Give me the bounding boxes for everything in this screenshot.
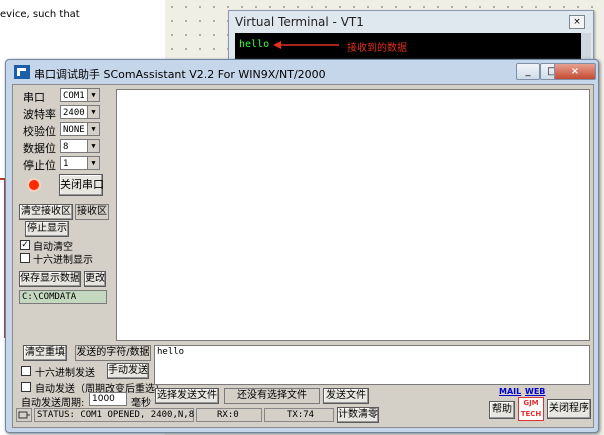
- period-input[interactable]: 1000: [89, 392, 127, 406]
- no-file-label: 还没有选择文件: [224, 388, 320, 404]
- port-select[interactable]: COM1 ▼: [60, 88, 100, 102]
- rx-count: RX:0: [196, 408, 262, 422]
- change-path-button[interactable]: 更改: [84, 271, 106, 287]
- manual-send-button[interactable]: 手动发送: [107, 363, 149, 379]
- stopbits-select[interactable]: 1 ▼: [60, 156, 100, 170]
- port-status-indicator-icon: [27, 178, 41, 192]
- close-program-button[interactable]: 关闭程序: [547, 399, 591, 419]
- save-path-field: C:\COMDATA: [19, 290, 107, 304]
- window-title: 串口调试助手 SComAssistant V2.2 For WIN9X/NT/2…: [34, 68, 326, 81]
- web-link[interactable]: WEB: [525, 387, 545, 396]
- hex-send-checkbox[interactable]: [21, 366, 31, 376]
- stop-display-button[interactable]: 停止显示: [25, 221, 69, 237]
- close-port-button[interactable]: 关闭串口: [59, 174, 104, 196]
- port-value: COM1: [63, 91, 85, 101]
- hex-display-checkbox[interactable]: [20, 253, 30, 263]
- select-file-button[interactable]: 选择发送文件: [155, 388, 219, 404]
- auto-send-checkbox[interactable]: [21, 382, 31, 392]
- connector-icon: [18, 411, 30, 419]
- close-button[interactable]: ×: [554, 63, 596, 80]
- chevron-down-icon[interactable]: ▼: [87, 140, 99, 152]
- annotation-arrow-icon: [273, 41, 339, 49]
- title-bar: 串口调试助手 SComAssistant V2.2 For WIN9X/NT/2…: [6, 60, 598, 84]
- send-text: hello: [157, 347, 185, 357]
- baud-label: 波特率: [23, 108, 56, 121]
- vt-annotation: 接收到的数据: [347, 43, 407, 54]
- databits-label: 数据位: [23, 142, 56, 155]
- save-data-button[interactable]: 保存显示数据: [19, 271, 81, 287]
- parity-label: 校验位: [23, 125, 56, 138]
- receive-area-label: 接收区: [75, 204, 109, 220]
- background-text: evice, such that: [0, 9, 80, 20]
- scomassistant-window: 串口调试助手 SComAssistant V2.2 For WIN9X/NT/2…: [5, 59, 599, 433]
- baud-select[interactable]: 2400 ▼: [60, 105, 100, 119]
- vt-close-button[interactable]: ×: [569, 15, 585, 29]
- chevron-down-icon[interactable]: ▼: [87, 106, 99, 118]
- databits-select[interactable]: 8 ▼: [60, 139, 100, 153]
- gjm-tech-logo: GJM TECH: [518, 397, 544, 421]
- databits-value: 8: [63, 142, 69, 152]
- period-unit: 毫秒: [131, 398, 151, 409]
- reset-count-button[interactable]: 计数清零: [337, 407, 379, 423]
- hex-display-label: 十六进制显示: [33, 255, 93, 266]
- stopbits-label: 停止位: [23, 159, 56, 172]
- minimize-button[interactable]: _: [516, 63, 540, 80]
- tx-count: TX:74: [264, 408, 334, 422]
- vt-title: Virtual Terminal - VT1: [235, 15, 364, 29]
- period-label: 自动发送周期:: [21, 398, 85, 409]
- parity-value: NONE: [63, 125, 85, 135]
- clear-receive-button[interactable]: 清空接收区: [19, 204, 73, 220]
- receive-textarea[interactable]: [116, 89, 590, 341]
- app-icon: [14, 65, 30, 79]
- chevron-down-icon[interactable]: ▼: [87, 157, 99, 169]
- auto-clear-checkbox[interactable]: ✓: [20, 240, 30, 250]
- parity-select[interactable]: NONE ▼: [60, 122, 100, 136]
- port-label: 串口: [23, 91, 45, 104]
- chevron-down-icon[interactable]: ▼: [87, 89, 99, 101]
- clear-resend-button[interactable]: 清空重填: [23, 345, 67, 361]
- stopbits-value: 1: [63, 159, 69, 169]
- send-file-button[interactable]: 发送文件: [323, 388, 369, 404]
- help-button[interactable]: 帮助: [489, 401, 515, 419]
- vt-screen-text: hello: [239, 39, 270, 50]
- baud-value: 2400: [63, 108, 85, 118]
- send-textarea[interactable]: hello: [154, 345, 590, 385]
- chevron-down-icon[interactable]: ▼: [87, 123, 99, 135]
- hex-send-label: 十六进制发送: [35, 368, 95, 379]
- status-icon-cell: [16, 408, 32, 422]
- mail-link[interactable]: MAIL: [499, 387, 521, 396]
- status-text: STATUS: COM1 OPENED, 2400,N,8,1: [34, 408, 205, 422]
- send-area-label: 发送的字符/数据: [75, 345, 151, 361]
- client-area: 串口 COM1 ▼ 波特率 2400 ▼ 校验位 NONE ▼ 数据位 8 ▼ …: [12, 84, 594, 428]
